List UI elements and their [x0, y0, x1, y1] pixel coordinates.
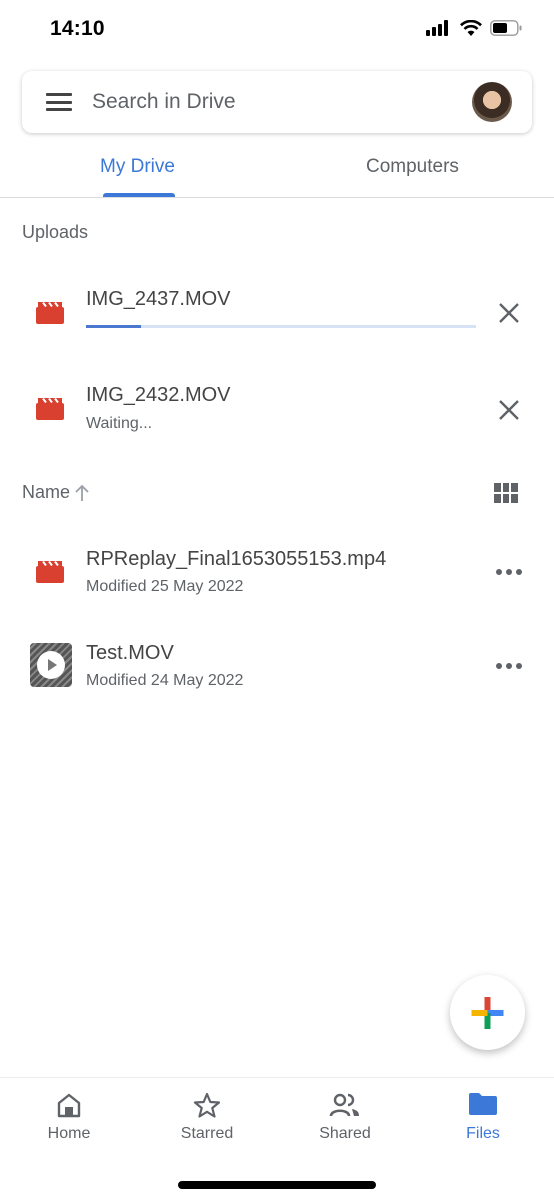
nav-shared[interactable]: Shared: [276, 1078, 414, 1158]
file-modified-date: Modified 25 May 2022: [86, 578, 244, 595]
wifi-icon: [460, 20, 482, 36]
nav-home-label: Home: [47, 1125, 91, 1142]
search-input[interactable]: Search in Drive: [92, 90, 472, 114]
search-bar[interactable]: Search in Drive: [22, 71, 532, 133]
upload-status: Waiting...: [86, 415, 153, 432]
upload-file-name: IMG_2432.MOV: [86, 384, 231, 406]
home-indicator: [178, 1181, 376, 1189]
nav-home[interactable]: Home: [0, 1078, 138, 1158]
home-icon: [57, 1093, 81, 1118]
shared-people-icon: [329, 1093, 359, 1117]
status-time: 14:10: [50, 17, 105, 40]
tab-bar: My Drive Computers: [0, 134, 554, 198]
more-options-icon[interactable]: [496, 568, 522, 576]
video-file-icon: [36, 398, 64, 420]
sort-by-name-button[interactable]: Name: [22, 482, 90, 503]
battery-icon: [490, 20, 522, 36]
file-name: RPReplay_Final1653055153.mp4: [86, 548, 387, 570]
nav-files-label: Files: [466, 1125, 500, 1142]
sort-label: Name: [22, 482, 71, 502]
nav-starred[interactable]: Starred: [138, 1078, 276, 1158]
active-tab-indicator: [103, 193, 175, 197]
file-name: Test.MOV: [86, 642, 174, 664]
video-file-icon: [36, 302, 64, 324]
nav-starred-label: Starred: [180, 1125, 234, 1142]
tab-my-drive[interactable]: My Drive: [100, 156, 175, 178]
video-thumbnail: [30, 643, 72, 687]
folder-icon: [469, 1093, 497, 1115]
hamburger-menu-icon[interactable]: [46, 93, 72, 111]
tab-computers[interactable]: Computers: [366, 156, 459, 178]
new-item-button[interactable]: [450, 975, 525, 1050]
avatar[interactable]: [472, 82, 512, 122]
play-icon: [37, 651, 65, 679]
status-icons: [426, 20, 522, 36]
cancel-upload-icon[interactable]: [497, 301, 521, 325]
upload-progress-bar: [86, 325, 476, 328]
video-file-icon: [36, 561, 64, 583]
grid-view-icon[interactable]: [494, 483, 518, 503]
more-options-icon[interactable]: [496, 662, 522, 670]
uploads-section-label: Uploads: [22, 222, 89, 242]
plus-icon: [471, 997, 504, 1029]
arrow-up-icon: [75, 484, 89, 501]
star-icon: [193, 1092, 221, 1118]
bottom-navigation: Home Starred Shared Files: [0, 1077, 554, 1167]
upload-file-name: IMG_2437.MOV: [86, 288, 231, 310]
file-modified-date: Modified 24 May 2022: [86, 672, 244, 689]
nav-shared-label: Shared: [319, 1125, 371, 1142]
cellular-signal-icon: [426, 20, 448, 36]
upload-progress-fill: [86, 325, 141, 328]
cancel-upload-icon[interactable]: [497, 398, 521, 422]
nav-files[interactable]: Files: [414, 1078, 552, 1158]
